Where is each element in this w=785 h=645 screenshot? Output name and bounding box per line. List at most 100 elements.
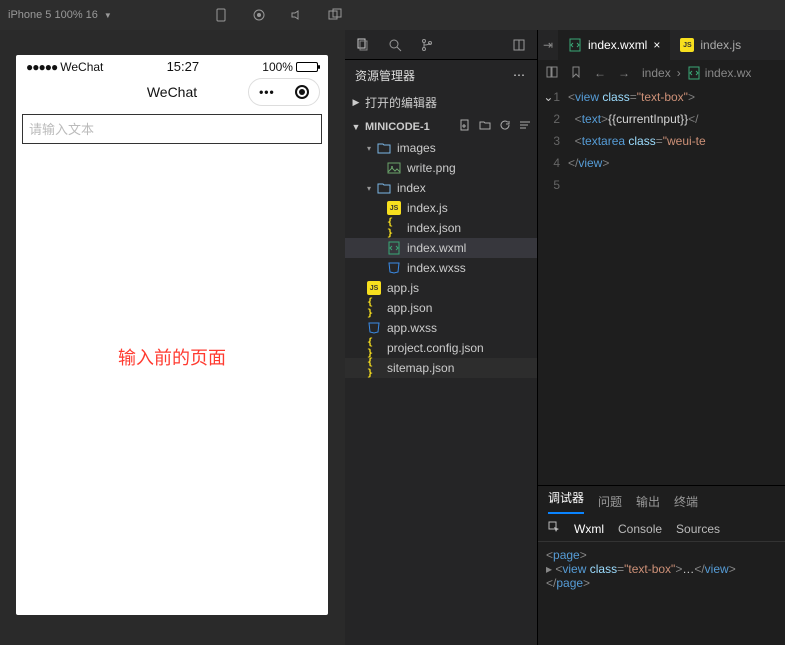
popout-icon[interactable]: [327, 7, 343, 23]
debugger-tab[interactable]: 问题: [598, 493, 622, 510]
battery-icon: [296, 62, 318, 72]
signal-icon: ●●●●●: [26, 60, 57, 74]
tab-label: index.wxml: [588, 38, 647, 52]
debugger-sub-tabs: Wxml Console Sources: [538, 516, 785, 542]
file-label: index.js: [407, 201, 448, 215]
device-icon[interactable]: [213, 7, 229, 23]
mute-icon[interactable]: [289, 7, 305, 23]
code-editor[interactable]: ⌄12345 <view class="text-box"> <text>{{c…: [538, 86, 785, 485]
file-item[interactable]: write.png: [345, 158, 537, 178]
file-item[interactable]: { } index.json: [345, 218, 537, 238]
file-label: app.wxss: [387, 321, 437, 335]
editor-tabs: ⇥ index.wxml × JSindex.js: [538, 30, 785, 60]
capsule-menu-icon[interactable]: •••: [259, 85, 275, 99]
tab-leading-icon[interactable]: ⇥: [538, 30, 558, 60]
device-selector[interactable]: iPhone 5 100% 16: [8, 9, 98, 21]
capsule-close-icon[interactable]: [295, 85, 309, 99]
line-gutter: ⌄12345: [538, 86, 568, 485]
nav-back-icon[interactable]: ←: [594, 66, 606, 81]
activity-bar: [345, 30, 537, 60]
explorer-panel: 资源管理器 ⋯ ▶ 打开的编辑器 ▼ MINICODE-1 ▾images wri…: [345, 30, 538, 645]
nav-forward-icon[interactable]: →: [618, 66, 630, 81]
devtools-topbar: iPhone 5 100% 16 ▼: [0, 0, 785, 30]
breadcrumb-item[interactable]: index.wx: [687, 66, 752, 80]
record-icon[interactable]: [251, 7, 267, 23]
section-open-editors[interactable]: ▶ 打开的编辑器: [345, 90, 537, 115]
collapse-all-icon[interactable]: [519, 119, 531, 134]
device-status-bar: ●●●●● WeChat 15:27 100%: [16, 55, 328, 74]
file-item[interactable]: index.wxml: [345, 238, 537, 258]
js-file-icon: JS: [387, 201, 401, 215]
debugger-tab[interactable]: 终端: [674, 493, 698, 510]
debugger-sub-tab[interactable]: Console: [618, 522, 662, 536]
debugger-tab[interactable]: 调试器: [548, 489, 584, 514]
section-workspace[interactable]: ▼ MINICODE-1: [345, 115, 537, 138]
new-folder-icon[interactable]: [479, 119, 491, 134]
branch-icon[interactable]: [419, 37, 435, 53]
dom-node[interactable]: </page>: [546, 576, 777, 590]
bookmark-icon[interactable]: [570, 66, 582, 81]
debugger-dom-view[interactable]: <page>▸ <view class="text-box">…</view><…: [538, 542, 785, 645]
file-label: app.json: [387, 301, 432, 315]
file-item[interactable]: app.wxss: [345, 318, 537, 338]
close-icon[interactable]: ×: [653, 38, 660, 52]
outline-icon[interactable]: [546, 66, 558, 81]
dom-node[interactable]: ▸ <view class="text-box">…</view>: [546, 562, 777, 576]
file-label: write.png: [407, 161, 456, 175]
file-label: index.wxml: [407, 241, 466, 255]
file-item[interactable]: { }sitemap.json: [345, 358, 537, 378]
json-file-icon: { }: [367, 361, 381, 375]
simulator-panel: ●●●●● WeChat 15:27 100% WeChat ••• 请输入文本…: [0, 30, 345, 645]
wxss-file-icon: [367, 321, 381, 335]
breadcrumb-bar: ← → index›index.wx: [538, 60, 785, 86]
new-file-icon[interactable]: [459, 119, 471, 134]
file-item[interactable]: index.wxss: [345, 258, 537, 278]
capsule-button[interactable]: •••: [248, 78, 320, 106]
chevron-down-icon: ▾: [367, 184, 371, 193]
json-file-icon: { }: [387, 221, 401, 235]
editor-tab[interactable]: JSindex.js: [670, 30, 751, 60]
debugger-sub-tab[interactable]: Sources: [676, 522, 720, 536]
file-tree: ▾images write.png ▾ index JS index.js { } index…: [345, 138, 537, 645]
clock-label: 15:27: [167, 59, 200, 74]
main-area: ●●●●● WeChat 15:27 100% WeChat ••• 请输入文本…: [0, 30, 785, 645]
file-item[interactable]: { }app.json: [345, 298, 537, 318]
wxml-file-icon: [387, 241, 401, 255]
expand-icon[interactable]: ▸: [546, 562, 555, 576]
explorer-more-icon[interactable]: ⋯: [513, 68, 527, 82]
debugger-tab[interactable]: 输出: [636, 493, 660, 510]
file-item[interactable]: JS index.js: [345, 198, 537, 218]
breadcrumb-label: index.wx: [705, 66, 752, 80]
file-label: index.wxss: [407, 261, 466, 275]
file-item[interactable]: JSapp.js: [345, 278, 537, 298]
breadcrumb-label: index: [642, 66, 671, 80]
workspace-name: MINICODE-1: [365, 121, 430, 133]
inspect-icon[interactable]: [548, 521, 560, 536]
refresh-icon[interactable]: [499, 119, 511, 134]
editor-tab[interactable]: index.wxml ×: [558, 30, 670, 60]
battery-pct: 100%: [262, 60, 293, 74]
dom-node[interactable]: <page>: [546, 548, 777, 562]
debugger-sub-tab[interactable]: Wxml: [574, 522, 604, 536]
file-label: index.json: [407, 221, 461, 235]
breadcrumb-item[interactable]: index: [642, 66, 671, 80]
file-label: index: [397, 181, 426, 195]
editor-panel: ⇥ index.wxml × JSindex.js ← → index›index.…: [538, 30, 785, 645]
explorer-title: 资源管理器: [355, 67, 415, 84]
wxss-file-icon: [387, 261, 401, 275]
textarea-input[interactable]: 请输入文本: [22, 114, 322, 144]
file-label: app.js: [387, 281, 419, 295]
file-label: project.config.json: [387, 341, 484, 355]
search-icon[interactable]: [387, 37, 403, 53]
folder-icon: [377, 181, 391, 195]
folder-item[interactable]: ▾ index: [345, 178, 537, 198]
files-icon[interactable]: [355, 37, 371, 53]
mini-program-navbar: WeChat •••: [16, 74, 328, 110]
folder-icon: [377, 141, 391, 155]
chevron-down-icon: ▾: [367, 144, 371, 153]
file-item[interactable]: { }project.config.json: [345, 338, 537, 358]
image-file-icon: [387, 161, 401, 175]
folder-item[interactable]: ▾images: [345, 138, 537, 158]
wxml-file-icon: [687, 66, 701, 80]
collapse-icon[interactable]: [511, 37, 527, 53]
